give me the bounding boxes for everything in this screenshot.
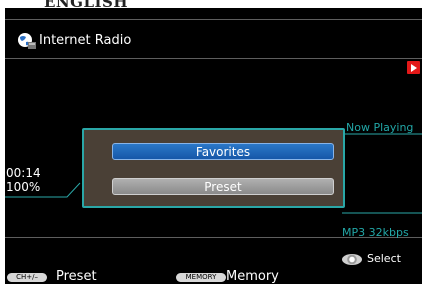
option-popup: Favorites Preset [82,128,345,208]
elapsed-time: 00:14 [6,166,41,180]
preset-option[interactable]: Preset [112,178,334,195]
time-display: 00:14 100% [6,166,41,194]
preset-hint: Preset [56,269,97,284]
select-label: Select [367,252,401,265]
bitrate-label: MP3 32kbps [342,226,409,239]
memory-key-icon: MEMORY [176,273,226,282]
memory-hint: Memory [226,269,279,284]
favorites-option[interactable]: Favorites [112,143,334,160]
ch-key-icon: CH+/– [7,273,47,282]
osd-screen: Internet Radio Now Playing 00:14 100% MP… [5,8,422,284]
buffer-level: 100% [6,180,41,194]
select-icon [342,254,362,265]
now-playing-label: Now Playing [346,121,414,134]
